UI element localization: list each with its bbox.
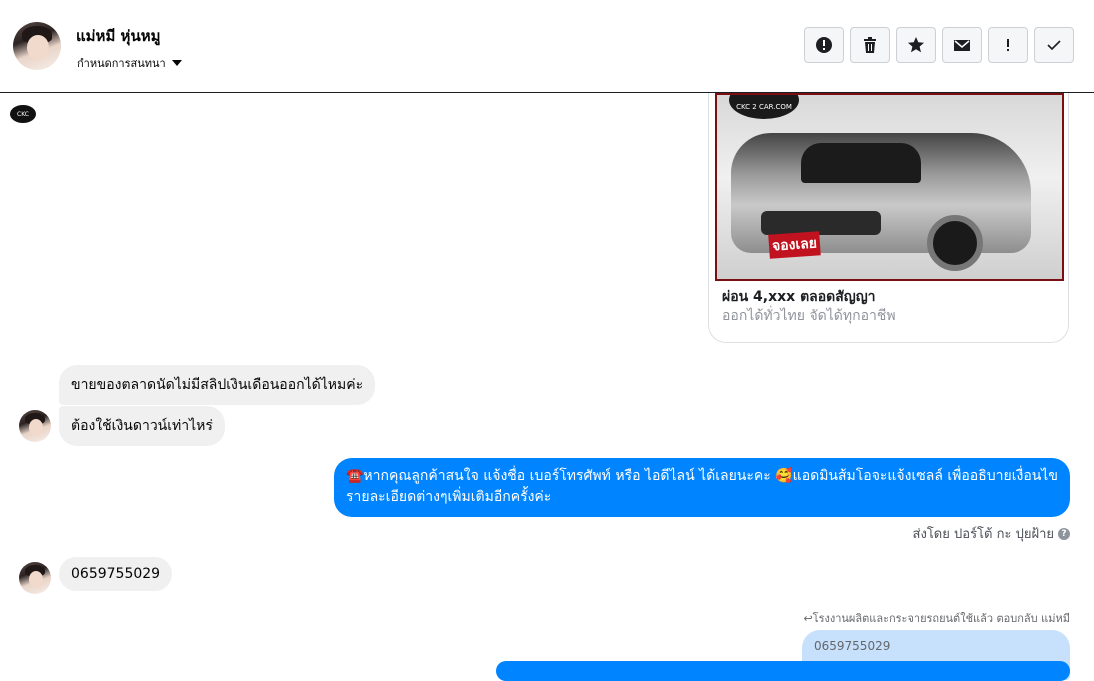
envelope-icon [954,40,970,51]
sent-by-note: ส่งโดย ปอร์โต้ กะ ปุยฝ้าย ? [913,523,1070,544]
conversation-header: แม่หมี หุ่นหมู กำหนดการสนทนา [0,0,1094,93]
conversation-schedule-dropdown[interactable]: กำหนดการสนทนา [77,54,182,72]
page-logo: CKC [10,105,36,123]
mark-unread-button[interactable] [942,27,982,63]
reply-context-note: ↩โรงงานผลิตและกระจายรถยนต์ใช้แล้ว ตอบกลั… [803,612,1070,625]
car-photo[interactable]: CKC 2 CAR.COM จองเลย [715,93,1064,281]
caret-down-icon [171,60,182,66]
card-subtitle: ออกได้ทั่วไทย จัดได้ทุกอาชีพ [722,308,896,324]
star-icon [908,37,924,53]
alert-circle-icon [816,37,832,53]
mark-done-button[interactable] [1034,27,1074,63]
avatar-face [28,418,43,436]
avatar-face [28,570,43,588]
action-toolbar [804,27,1074,63]
delete-button[interactable] [850,27,890,63]
check-icon [1047,40,1061,51]
avatar-face [27,35,49,61]
contact-avatar-small[interactable] [19,562,51,594]
contact-avatar[interactable] [13,22,61,70]
outgoing-message[interactable] [496,661,1070,681]
photo-badge: จองเลย [768,231,821,259]
incoming-message[interactable]: ขายของตลาดนัดไม่มีสลิปเงินเดือนออกได้ไหม… [59,365,376,405]
trash-icon [864,37,876,53]
car-window [801,143,921,183]
schedule-label: กำหนดการสนทนา [77,57,166,70]
car-wheel [927,215,983,271]
spam-button[interactable] [988,27,1028,63]
shared-ad-card[interactable]: CKC 2 CAR.COM จองเลย ผ่อน 4,xxx ตลอดสัญญ… [708,93,1069,343]
car-grill [761,211,881,235]
contact-avatar-small[interactable] [19,410,51,442]
info-icon[interactable]: ? [1058,527,1070,540]
report-button[interactable] [804,27,844,63]
photo-watermark-logo: CKC 2 CAR.COM [729,95,799,119]
sent-by-text: ส่งโดย ปอร์โต้ กะ ปุยฝ้าย [912,527,1054,542]
outgoing-message[interactable]: ☎️หากคุณลูกค้าสนใจ แจ้งชื่อ เบอร์โทรศัพท… [334,458,1070,517]
contact-name[interactable]: แม่หมี หุ่นหมู [76,24,160,48]
incoming-message[interactable]: ต้องใช้เงินดาวน์เท่าไหร่ [59,406,225,446]
star-button[interactable] [896,27,936,63]
exclamation-icon [1007,39,1009,51]
incoming-message[interactable]: 0659755029 [59,557,173,591]
